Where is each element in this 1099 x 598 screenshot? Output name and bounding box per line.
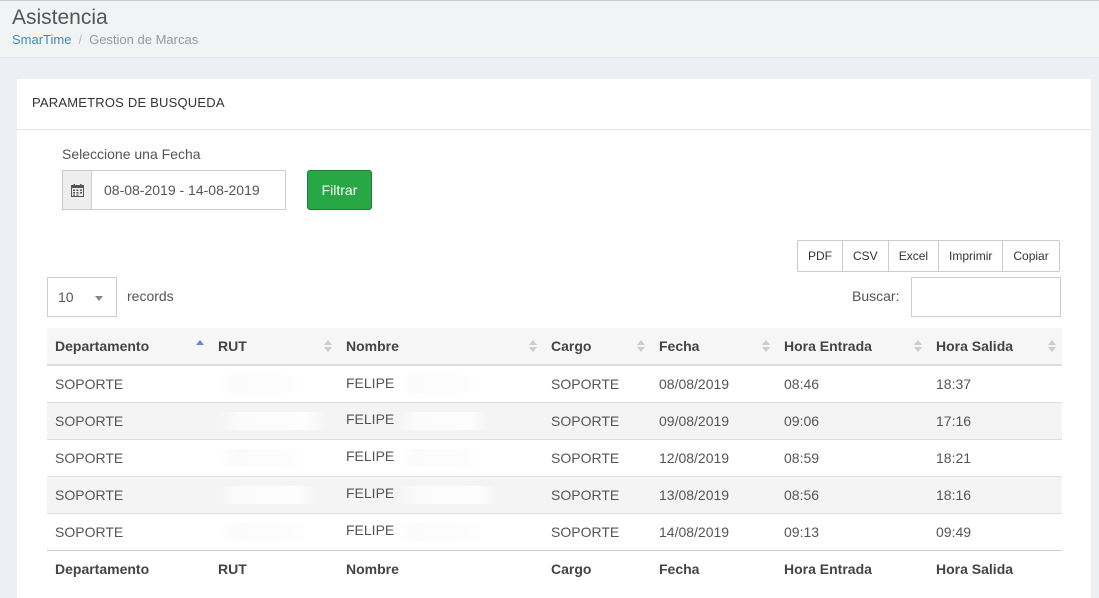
cell-fecha: 12/08/2019: [651, 438, 776, 476]
redacted-surname: [398, 411, 489, 430]
cell-hora-salida: 09:49: [928, 512, 1062, 550]
print-button[interactable]: Imprimir: [938, 240, 1004, 272]
cell-rut: [210, 475, 338, 513]
cell-rut: [210, 438, 338, 476]
search-input[interactable]: [911, 277, 1061, 317]
redacted-rut: [218, 374, 308, 393]
sort-icon: [324, 340, 332, 354]
cell-hora-entrada: 09:13: [776, 512, 928, 550]
footer-fecha: Fecha: [651, 549, 776, 587]
cell-hora-salida: 18:37: [928, 364, 1062, 402]
redacted-surname: [398, 374, 484, 393]
search-label: Buscar:: [852, 288, 900, 304]
redacted-rut: [218, 522, 308, 541]
cell-hora-entrada: 08:56: [776, 475, 928, 513]
table-row: SOPORTE FELIPE SOPORTE 12/08/2019 08:59 …: [47, 438, 1062, 476]
page-title: Asistencia: [12, 6, 108, 29]
cell-fecha: 14/08/2019: [651, 512, 776, 550]
redacted-surname: [398, 448, 484, 467]
cell-cargo: SOPORTE: [543, 438, 651, 476]
cell-departamento: SOPORTE: [47, 364, 210, 402]
table-row: SOPORTE FELIPE SOPORTE 09/08/2019 09:06 …: [47, 401, 1062, 439]
cell-hora-entrada: 09:06: [776, 401, 928, 439]
records-per-page-select[interactable]: 10: [47, 277, 117, 317]
chevron-down-icon: [95, 296, 103, 301]
cell-cargo: SOPORTE: [543, 512, 651, 550]
search-box: PARAMETROS DE BUSQUEDA Seleccione una Fe…: [17, 78, 1091, 598]
column-header-fecha[interactable]: Fecha: [651, 328, 776, 366]
redacted-rut: [218, 448, 308, 467]
redacted-rut: [218, 411, 328, 430]
cell-hora-entrada: 08:46: [776, 364, 928, 402]
cell-hora-salida: 18:16: [928, 475, 1062, 513]
sort-icon: [762, 340, 770, 354]
sort-icon: [1048, 340, 1056, 354]
records-label: records: [127, 288, 174, 304]
column-header-nombre[interactable]: Nombre: [338, 328, 543, 366]
date-range-group: [62, 170, 286, 210]
copy-button[interactable]: Copiar: [1002, 240, 1060, 272]
attendance-table: Departamento RUT Nombre Cargo Fecha Hora…: [47, 328, 1062, 587]
export-button-group: PDF CSV Excel Imprimir Copiar: [797, 240, 1060, 272]
export-csv-button[interactable]: CSV: [842, 240, 889, 272]
sort-icon: [914, 340, 922, 354]
calendar-icon[interactable]: [63, 171, 92, 209]
sort-icon: [529, 340, 537, 354]
breadcrumb-current: Gestion de Marcas: [89, 32, 199, 47]
footer-hora-entrada: Hora Entrada: [776, 549, 928, 587]
cell-rut: [210, 512, 338, 550]
column-header-rut[interactable]: RUT: [210, 328, 338, 366]
export-excel-button[interactable]: Excel: [887, 240, 940, 272]
table-row: SOPORTE FELIPE SOPORTE 13/08/2019 08:56 …: [47, 475, 1062, 513]
cell-hora-entrada: 08:59: [776, 438, 928, 476]
cell-departamento: SOPORTE: [47, 475, 210, 513]
cell-nombre: FELIPE: [338, 401, 543, 439]
cell-nombre: FELIPE: [338, 438, 543, 476]
filter-button[interactable]: Filtrar: [307, 170, 372, 210]
column-header-hora-salida[interactable]: Hora Salida: [928, 328, 1062, 366]
footer-hora-salida: Hora Salida: [928, 549, 1062, 587]
breadcrumb-separator: /: [78, 32, 83, 47]
cell-departamento: SOPORTE: [47, 438, 210, 476]
table-row: SOPORTE FELIPE SOPORTE 14/08/2019 09:13 …: [47, 512, 1062, 550]
date-range-input[interactable]: [92, 171, 285, 209]
footer-departamento: Departamento: [47, 549, 210, 587]
footer-rut: RUT: [210, 549, 338, 587]
cell-departamento: SOPORTE: [47, 512, 210, 550]
redacted-surname: [398, 522, 484, 541]
redacted-surname: [398, 485, 499, 504]
cell-fecha: 09/08/2019: [651, 401, 776, 439]
redacted-rut: [218, 485, 318, 504]
cell-nombre: FELIPE: [338, 364, 543, 402]
cell-departamento: SOPORTE: [47, 401, 210, 439]
column-header-departamento[interactable]: Departamento: [47, 328, 210, 366]
cell-cargo: SOPORTE: [543, 475, 651, 513]
cell-fecha: 08/08/2019: [651, 364, 776, 402]
footer-nombre: Nombre: [338, 549, 543, 587]
cell-hora-salida: 17:16: [928, 401, 1062, 439]
sort-icon: [637, 340, 645, 354]
column-header-cargo[interactable]: Cargo: [543, 328, 651, 366]
sort-asc-icon: [196, 340, 204, 354]
footer-cargo: Cargo: [543, 549, 651, 587]
cell-hora-salida: 18:21: [928, 438, 1062, 476]
cell-nombre: FELIPE: [338, 512, 543, 550]
breadcrumb-home-link[interactable]: SmarTime: [12, 32, 71, 47]
cell-rut: [210, 401, 338, 439]
date-label: Seleccione una Fecha: [62, 146, 201, 162]
cell-nombre: FELIPE: [338, 475, 543, 513]
table-footer-row: Departamento RUT Nombre Cargo Fecha Hora…: [47, 549, 1062, 587]
table-header-row: Departamento RUT Nombre Cargo Fecha Hora…: [47, 328, 1062, 366]
table-row: SOPORTE FELIPE SOPORTE 08/08/2019 08:46 …: [47, 364, 1062, 402]
cell-rut: [210, 364, 338, 402]
records-per-page-value: 10: [58, 289, 74, 305]
export-pdf-button[interactable]: PDF: [797, 240, 843, 272]
breadcrumb: SmarTime / Gestion de Marcas: [12, 32, 1087, 47]
cell-cargo: SOPORTE: [543, 401, 651, 439]
cell-cargo: SOPORTE: [543, 364, 651, 402]
column-header-hora-entrada[interactable]: Hora Entrada: [776, 328, 928, 366]
box-title: PARAMETROS DE BUSQUEDA: [17, 79, 1091, 130]
content-header: Asistencia SmarTime / Gestion de Marcas: [0, 1, 1099, 58]
cell-fecha: 13/08/2019: [651, 475, 776, 513]
